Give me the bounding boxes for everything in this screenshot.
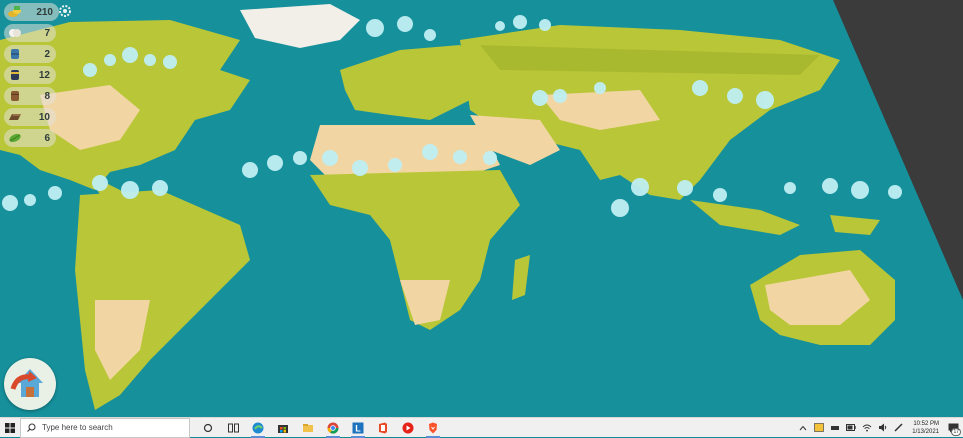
cortana-circle-icon	[203, 423, 213, 432]
wifi-icon[interactable]	[860, 421, 874, 435]
system-tray: 10:52 PM 1/13/2021 17	[794, 418, 963, 438]
taskbar-clock[interactable]: 10:52 PM 1/13/2021	[912, 420, 939, 436]
return-home-button[interactable]	[4, 358, 56, 410]
search-icon	[27, 423, 36, 432]
fuel-value: 12	[38, 69, 50, 81]
iron-value: 10	[38, 111, 50, 123]
chrome-icon	[327, 422, 339, 434]
water-barrel-icon	[8, 48, 22, 60]
svg-text:L: L	[355, 423, 361, 433]
leaf-icon	[8, 132, 22, 144]
notification-center-button[interactable]: 17	[945, 418, 961, 438]
edge-icon	[252, 422, 264, 433]
tray-app-icon[interactable]	[812, 421, 826, 435]
tray-device-icon[interactable]	[828, 421, 842, 435]
notification-count-badge: 17	[951, 427, 961, 436]
coins-value: 210	[36, 6, 53, 18]
iron-ingot-icon	[8, 111, 22, 123]
office-app[interactable]	[373, 418, 393, 438]
resource-wood[interactable]: 8	[4, 87, 56, 105]
resource-water[interactable]: 2	[4, 45, 56, 63]
water-value: 2	[44, 48, 50, 60]
pen-icon[interactable]	[892, 421, 906, 435]
taskbar-search-input[interactable]: Type here to search	[20, 417, 190, 438]
store-icon	[278, 424, 288, 433]
brave-app[interactable]	[423, 418, 443, 438]
resource-panel: 210 7 2 12 8 10 6	[4, 3, 68, 150]
store-app[interactable]	[273, 418, 293, 438]
windows-taskbar: Type here to search L 10:52 PM 1/13/2021…	[0, 417, 963, 438]
file-explorer-app[interactable]	[298, 418, 318, 438]
return-home-icon	[10, 369, 43, 397]
cotton-icon	[8, 27, 22, 39]
chrome-app[interactable]	[323, 418, 343, 438]
launcher-l-icon: L	[352, 422, 364, 433]
resource-cotton[interactable]: 7	[4, 24, 56, 42]
resource-coins[interactable]: 210	[4, 3, 59, 21]
launcher-l-app[interactable]: L	[348, 418, 368, 438]
office-icon	[379, 422, 387, 433]
tray-chevron-up-icon[interactable]	[796, 421, 810, 435]
wood-value: 8	[44, 90, 50, 102]
edge-app[interactable]	[248, 418, 268, 438]
youtube-music-app[interactable]	[398, 418, 418, 438]
fuel-barrel-icon	[8, 69, 22, 81]
resource-fuel[interactable]: 12	[4, 66, 56, 84]
resource-iron[interactable]: 10	[4, 108, 56, 126]
wood-bundle-icon	[8, 90, 22, 102]
task-view-button[interactable]	[223, 418, 243, 438]
world-map[interactable]	[0, 0, 963, 417]
cotton-value: 7	[44, 27, 50, 39]
leaf-value: 6	[44, 132, 50, 144]
resource-leaf[interactable]: 6	[4, 129, 56, 147]
cortana-button[interactable]	[198, 418, 218, 438]
game-viewport[interactable]	[0, 0, 963, 417]
map-edge	[833, 0, 963, 300]
search-placeholder: Type here to search	[42, 423, 113, 432]
coins-icon	[8, 6, 22, 18]
volume-icon[interactable]	[876, 421, 890, 435]
start-button[interactable]	[0, 418, 20, 438]
task-view-icon	[227, 423, 239, 432]
clock-date: 1/13/2021	[912, 428, 939, 435]
battery-icon[interactable]	[844, 421, 858, 435]
clock-time: 10:52 PM	[913, 420, 939, 427]
youtube-music-icon	[402, 422, 414, 433]
settings-gear-icon[interactable]	[58, 4, 72, 18]
brave-icon	[429, 422, 437, 433]
windows-logo-icon	[5, 422, 15, 433]
file-explorer-icon	[303, 423, 313, 432]
